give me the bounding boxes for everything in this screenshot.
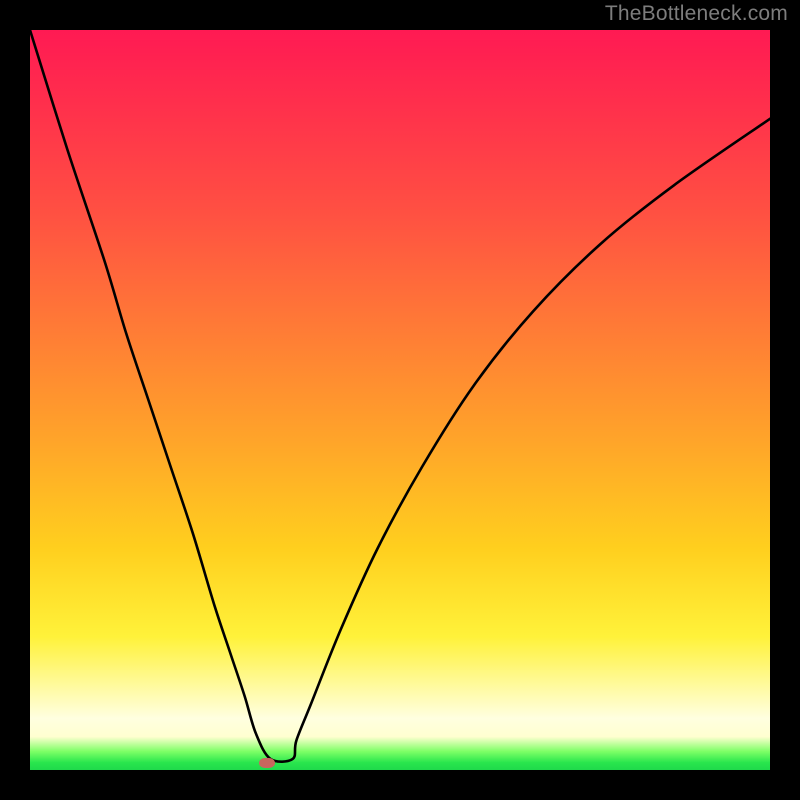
bottleneck-curve [30,30,770,762]
chart-frame: TheBottleneck.com [0,0,800,800]
plot-area [30,30,770,770]
minimum-marker [259,758,275,768]
curve-svg [30,30,770,770]
watermark-text: TheBottleneck.com [605,2,788,26]
